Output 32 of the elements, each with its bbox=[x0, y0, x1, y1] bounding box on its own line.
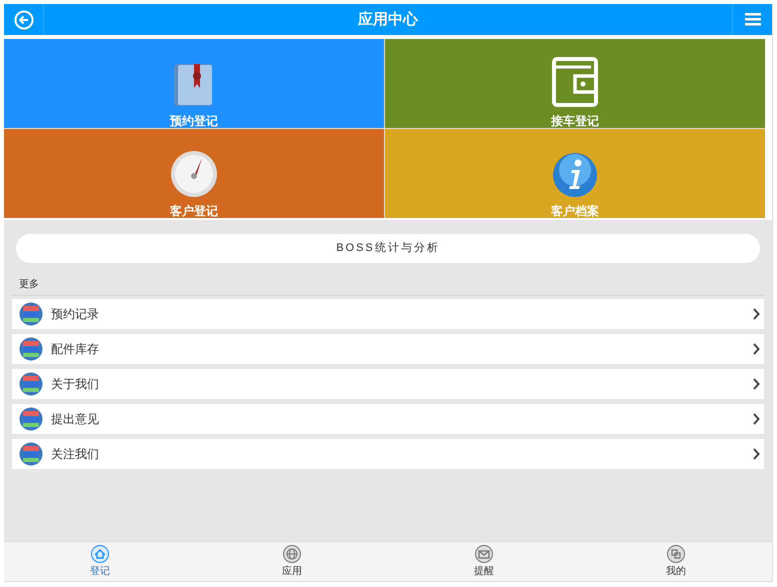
tab-bar-item[interactable]: 我的 bbox=[580, 542, 772, 581]
info-icon bbox=[552, 152, 598, 198]
section-label: 更多 bbox=[19, 278, 40, 292]
menu-list-item[interactable]: 关注我们 bbox=[12, 439, 764, 469]
wallet-icon bbox=[551, 56, 599, 108]
chevron-right-icon bbox=[752, 308, 760, 320]
app-tile[interactable]: 客户登记 bbox=[4, 129, 384, 218]
books-icon bbox=[19, 442, 43, 466]
app-tile[interactable]: 接车登记 bbox=[385, 39, 765, 128]
gauge-icon bbox=[170, 150, 218, 198]
home-icon bbox=[91, 544, 109, 562]
boss-stats-button[interactable]: BOSS统计与分析 bbox=[16, 234, 760, 263]
chevron-right-icon bbox=[752, 448, 760, 460]
mail-icon bbox=[475, 544, 493, 562]
menu-list-item[interactable]: 预约记录 bbox=[12, 299, 764, 329]
books-icon bbox=[19, 302, 43, 326]
books-icon bbox=[19, 372, 43, 396]
tab-bar-item[interactable]: 提醒 bbox=[388, 542, 580, 581]
menu-list-item[interactable]: 提出意见 bbox=[12, 404, 764, 434]
globe-icon bbox=[283, 544, 301, 562]
books-icon bbox=[19, 407, 43, 431]
chevron-right-icon bbox=[752, 343, 760, 355]
books-icon bbox=[19, 337, 43, 361]
tab-bar-item[interactable]: 应用 bbox=[196, 542, 388, 581]
squares-icon bbox=[667, 544, 685, 562]
menu-list-item[interactable]: 关于我们 bbox=[12, 369, 764, 399]
menu-icon bbox=[744, 13, 760, 26]
chevron-right-icon bbox=[752, 413, 760, 425]
tab-bar-item[interactable]: 登记 bbox=[4, 542, 196, 581]
page-title: 应用中心 bbox=[356, 9, 420, 30]
menu-list-item[interactable]: 配件库存 bbox=[12, 334, 764, 364]
chevron-right-icon bbox=[752, 378, 760, 390]
